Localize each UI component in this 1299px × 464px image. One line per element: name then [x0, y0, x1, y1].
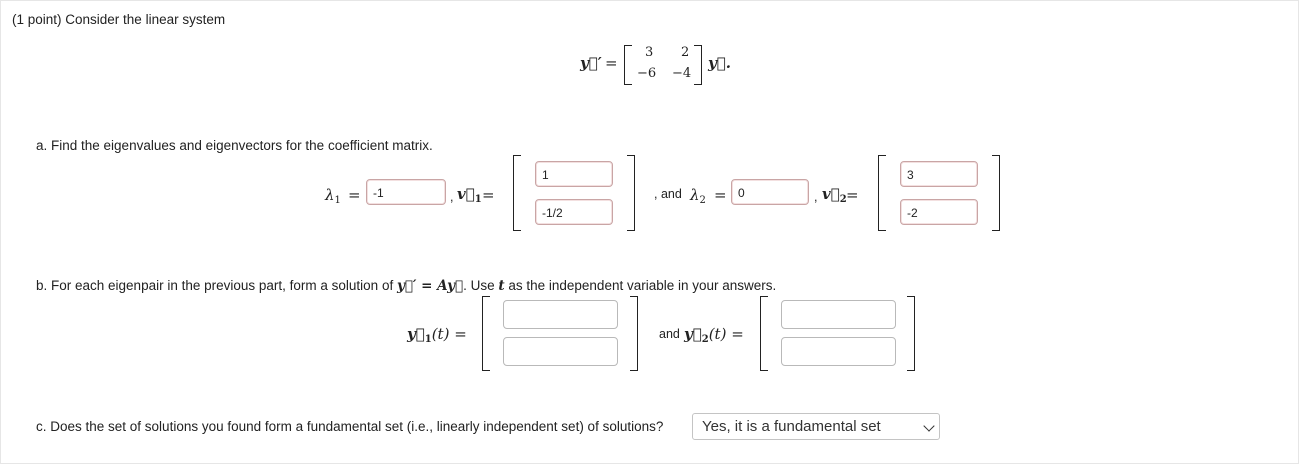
part-b-variable-t: t [498, 278, 505, 294]
matrix-cell: −6 [637, 66, 657, 81]
part-b-prompt-start: b. For each eigenpair in the previous pa… [36, 278, 394, 293]
matrix-cell: −4 [672, 66, 692, 81]
part-b-prompt: b. For each eigenpair in the previous pa… [36, 278, 776, 294]
v1-subscript: 1 [474, 194, 482, 205]
lambda2-input[interactable]: 0 [731, 179, 809, 205]
v1-entry-1-input[interactable]: 1 [535, 161, 613, 187]
y2-entry-2-input[interactable] [781, 337, 896, 366]
y2-entry-1-input[interactable] [781, 300, 896, 329]
v2-left-bracket [878, 155, 886, 231]
v2-right-bracket [992, 155, 1000, 231]
lambda2-label: λ2 [690, 186, 706, 206]
lambda2-symbol: λ [690, 186, 700, 204]
chevron-down-icon [923, 420, 935, 432]
y2-right-bracket [907, 296, 915, 371]
v1-symbol: v⃗ [457, 185, 475, 203]
matrix-left-bracket [624, 45, 632, 85]
y2-argument: (t) = [708, 325, 744, 343]
fundamental-set-select[interactable]: Yes, it is a fundamental set [692, 413, 940, 440]
fundamental-set-selected-value: Yes, it is a fundamental set [702, 418, 881, 435]
y1-right-bracket [630, 296, 638, 371]
v2-symbol: v⃗ [822, 185, 840, 203]
v2-entry-2-input[interactable]: -2 [900, 199, 978, 225]
lambda1-subscript: 1 [334, 195, 341, 206]
v1-right-bracket [627, 155, 635, 231]
part-b-equation: y⃗′ = Ay⃗ [396, 278, 464, 294]
v1-left-bracket [513, 155, 521, 231]
lambda1-equals: = [348, 186, 361, 204]
and-text-a: , and [654, 187, 682, 201]
lambda1-label: λ1 [325, 186, 341, 206]
system-rhs: y⃗. [708, 54, 731, 72]
lambda2-equals: = [714, 186, 727, 204]
lambda1-symbol: λ [325, 186, 335, 204]
v1-label: v⃗1 [457, 185, 482, 205]
v1-entry-2-input[interactable]: -1/2 [535, 199, 613, 225]
v1-equals: = [482, 186, 495, 204]
v2-equals: = [846, 186, 859, 204]
v2-comma: , [814, 190, 818, 204]
y2-left-bracket [760, 296, 768, 371]
lambda1-input[interactable]: -1 [366, 179, 446, 205]
y1-entry-1-input[interactable] [503, 300, 618, 329]
system-equals: = [605, 54, 618, 72]
y1-subscript: 1 [424, 334, 432, 345]
matrix-cell: 3 [645, 45, 654, 60]
y1-symbol: y⃗ [407, 325, 425, 343]
and-text-b: and [659, 327, 680, 341]
part-b-prompt-mid: . Use [463, 278, 495, 293]
lambda2-subscript: 2 [699, 195, 706, 206]
system-lhs: y⃗′ [580, 54, 602, 72]
matrix-right-bracket [694, 45, 702, 85]
part-c-prompt: c. Does the set of solutions you found f… [36, 419, 664, 434]
v2-entry-1-input[interactable]: 3 [900, 161, 978, 187]
y2-label: y⃗2(t) = [684, 325, 744, 345]
intro-text: (1 point) Consider the linear system [12, 12, 226, 27]
y1-left-bracket [482, 296, 490, 371]
part-a-prompt: a. Find the eigenvalues and eigenvectors… [36, 138, 433, 153]
matrix-cell: 2 [681, 45, 690, 60]
y2-subscript: 2 [701, 334, 709, 345]
y1-entry-2-input[interactable] [503, 337, 618, 366]
part-b-prompt-end: as the independent variable in your answ… [508, 278, 777, 293]
y1-label: y⃗1(t) = [407, 325, 467, 345]
v1-comma: , [450, 190, 454, 204]
y2-symbol: y⃗ [684, 325, 702, 343]
y1-argument: (t) = [431, 325, 467, 343]
v2-label: v⃗2 [822, 185, 847, 205]
